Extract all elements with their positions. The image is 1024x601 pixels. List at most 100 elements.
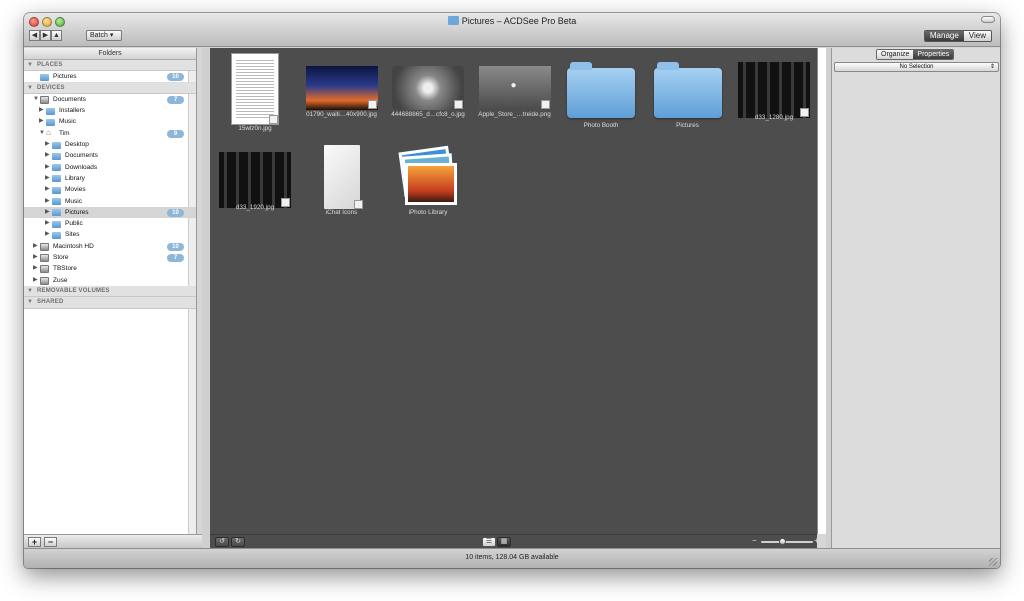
selection-dropdown[interactable]: No Selection ⇕ bbox=[834, 62, 999, 72]
sidebar-item-downloads[interactable]: ▶ Downloads bbox=[24, 162, 196, 173]
forward-button[interactable]: ▶ bbox=[40, 30, 51, 41]
folder-icon bbox=[52, 175, 61, 183]
file-item[interactable]: 15wlz0n.jpg bbox=[217, 52, 293, 136]
sidebar-item-zuse[interactable]: ▶ Zuse bbox=[24, 275, 196, 286]
thumbnail-size-slider[interactable] bbox=[761, 541, 813, 543]
disclosure-closed-icon[interactable]: ▶ bbox=[45, 229, 50, 240]
sidebar-item-sites[interactable]: ▶ Sites bbox=[24, 229, 196, 240]
count-badge: 7 bbox=[167, 95, 184, 104]
browser-scrollbar[interactable] bbox=[817, 48, 826, 534]
file-item[interactable]: Pictures bbox=[650, 52, 726, 136]
iphoto-library-icon bbox=[398, 145, 457, 207]
sidebar-item-desktop[interactable]: ▶ Desktop bbox=[24, 139, 196, 150]
sidebar-item-movies[interactable]: ▶ Movies bbox=[24, 184, 196, 195]
batch-menu-button[interactable]: Batch ▾ bbox=[86, 30, 122, 41]
tab-organize[interactable]: Organize bbox=[877, 50, 914, 59]
section-devices[interactable]: ▼ DEVICES bbox=[24, 82, 196, 94]
sidebar-item-library[interactable]: ▶ Library bbox=[24, 173, 196, 184]
disclosure-closed-icon[interactable]: ▶ bbox=[45, 150, 50, 161]
properties-panel: Organize Properties No Selection ⇕ bbox=[831, 48, 1000, 548]
batch-label: Batch bbox=[90, 32, 108, 39]
resize-grip-icon[interactable] bbox=[989, 558, 997, 566]
folder-icon bbox=[46, 107, 55, 115]
title-bar: Pictures – ACDSee Pro Beta ◀ ▶ ▲ Batch ▾… bbox=[24, 13, 1000, 47]
sidebar-item-label: Macintosh HD bbox=[53, 242, 94, 250]
file-item[interactable]: Photo Booth bbox=[563, 52, 639, 136]
zoom-out-icon[interactable]: − bbox=[752, 536, 757, 545]
sidebar-item-documents[interactable]: ▶ Documents bbox=[24, 150, 196, 161]
sidebar-item-label: Store bbox=[53, 254, 69, 262]
section-removable-volumes[interactable]: ▼ REMOVABLE VOLUMES bbox=[24, 285, 196, 298]
sidebar-item-macintosh-hd[interactable]: ▶ Macintosh HD 10 bbox=[24, 241, 196, 252]
file-name: 444688865_d…cfc8_o.jpg bbox=[391, 111, 465, 118]
list-view-button[interactable]: ☰ bbox=[482, 537, 496, 547]
disclosure-closed-icon[interactable]: ▶ bbox=[45, 207, 50, 218]
disclosure-closed-icon[interactable]: ▶ bbox=[45, 139, 50, 150]
disclosure-closed-icon[interactable]: ▶ bbox=[33, 252, 38, 263]
disclosure-closed-icon[interactable]: ▶ bbox=[45, 173, 50, 184]
sidebar-item-label: Sites bbox=[65, 231, 80, 239]
disclosure-closed-icon[interactable]: ▶ bbox=[33, 241, 38, 252]
sidebar-item-music[interactable]: ▶ Music bbox=[24, 196, 196, 207]
add-folder-button[interactable]: + bbox=[28, 537, 41, 547]
back-button[interactable]: ◀ bbox=[29, 30, 40, 41]
file-badge-icon bbox=[269, 115, 278, 124]
file-item[interactable]: d33_1280.jpg bbox=[736, 52, 812, 136]
sidebar-item-pictures-place[interactable]: Pictures 10 bbox=[24, 71, 196, 83]
sidebar-item-tbstore[interactable]: ▶ TBStore bbox=[24, 263, 196, 274]
sidebar-item-documents[interactable]: ▼ Documents 7 bbox=[24, 94, 196, 105]
disclosure-open-icon[interactable]: ▼ bbox=[33, 94, 39, 105]
file-badge-icon bbox=[454, 100, 463, 109]
zoom-in-icon[interactable]: + bbox=[814, 536, 819, 545]
disclosure-open-icon[interactable]: ▼ bbox=[39, 128, 45, 139]
sidebar-item-tim[interactable]: ▼ ⌂ Tim 9 bbox=[24, 128, 196, 139]
rotate-left-button[interactable]: ↺ bbox=[215, 537, 229, 547]
left-splitter[interactable] bbox=[202, 48, 210, 548]
toolbar-toggle-button[interactable] bbox=[981, 16, 995, 23]
folder-icon bbox=[40, 73, 49, 81]
up-button[interactable]: ▲ bbox=[51, 30, 62, 41]
count-badge: 9 bbox=[167, 129, 184, 138]
file-name: Pictures bbox=[676, 122, 699, 129]
disclosure-closed-icon[interactable]: ▶ bbox=[45, 184, 50, 195]
folder-icon bbox=[52, 152, 61, 160]
section-shared[interactable]: ▼ SHARED bbox=[24, 297, 196, 309]
sidebar-item-store[interactable]: ▶ Store 7 bbox=[24, 252, 196, 263]
sidebar-item-label: Desktop bbox=[65, 141, 89, 149]
disclosure-icon: ▼ bbox=[27, 62, 34, 68]
file-item[interactable]: d33_1920.jpg bbox=[217, 142, 293, 226]
disclosure-closed-icon[interactable]: ▶ bbox=[45, 196, 50, 207]
tab-properties[interactable]: Properties bbox=[913, 50, 954, 59]
folders-sidebar: Folders ▼ PLACES Pictures 10 ▼ DEVICES ▼ Do… bbox=[24, 48, 197, 534]
manage-mode-button[interactable]: Manage bbox=[924, 31, 964, 41]
remove-folder-button[interactable]: − bbox=[44, 537, 57, 547]
file-item[interactable]: ● Apple_Store_…treide.png bbox=[477, 52, 553, 136]
file-name: iChat Icons bbox=[325, 209, 358, 216]
section-places[interactable]: ▼ PLACES bbox=[24, 60, 196, 72]
file-item[interactable]: 444688865_d…cfc8_o.jpg bbox=[390, 52, 466, 136]
section-label: REMOVABLE VOLUMES bbox=[37, 287, 110, 294]
file-item[interactable]: 01790_waiti…40x900.jpg bbox=[304, 52, 380, 136]
sidebar-item-public[interactable]: ▶ Public bbox=[24, 218, 196, 229]
drive-icon bbox=[40, 242, 49, 251]
disclosure-closed-icon[interactable]: ▶ bbox=[33, 275, 38, 286]
sidebar-item-pictures[interactable]: ▶ Pictures 10 bbox=[24, 206, 196, 219]
disclosure-closed-icon[interactable]: ▶ bbox=[39, 116, 44, 127]
count-badge: 10 bbox=[167, 242, 184, 251]
disclosure-closed-icon[interactable]: ▶ bbox=[45, 218, 50, 229]
window-title-text: Pictures – ACDSee Pro Beta bbox=[461, 16, 577, 26]
grid-view-button[interactable]: ▦ bbox=[497, 537, 511, 547]
file-item[interactable]: iPhoto Library bbox=[390, 142, 466, 226]
thumbnail-size-knob[interactable] bbox=[779, 538, 787, 545]
disclosure-closed-icon[interactable]: ▶ bbox=[45, 162, 50, 173]
sidebar-item-installers[interactable]: ▶ Installers bbox=[24, 105, 196, 116]
disclosure-closed-icon[interactable]: ▶ bbox=[33, 263, 38, 274]
view-mode-button[interactable]: View bbox=[963, 31, 991, 41]
disclosure-closed-icon[interactable]: ▶ bbox=[39, 105, 44, 116]
file-badge-icon bbox=[367, 100, 377, 109]
rotate-right-button[interactable]: ↻ bbox=[231, 537, 245, 547]
sidebar-item-music[interactable]: ▶ Music bbox=[24, 116, 196, 127]
sidebar-item-label: Installers bbox=[59, 107, 86, 115]
folder-icon bbox=[52, 209, 61, 217]
file-item[interactable]: iChat Icons bbox=[304, 142, 380, 226]
